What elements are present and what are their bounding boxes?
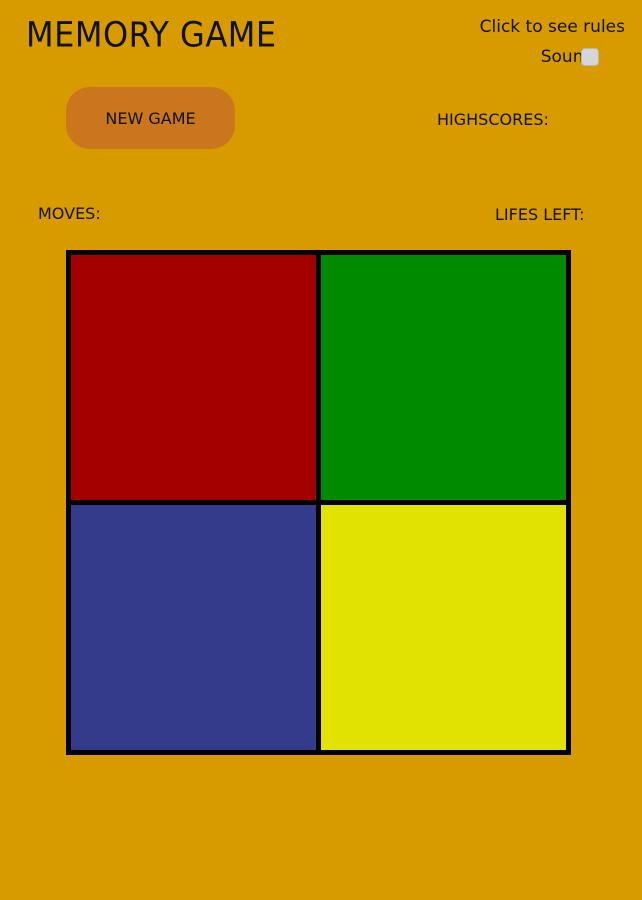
moves-label: MOVES: [38,204,101,223]
sound-checkbox[interactable] [581,48,599,66]
rules-link[interactable]: Click to see rules [480,17,625,37]
page-title: MEMORY GAME [26,14,277,56]
game-board [66,250,571,755]
new-game-button[interactable]: NEW GAME [66,87,235,149]
lifes-left-label: LIFES LEFT: [495,205,585,224]
tile-blue[interactable] [71,505,316,750]
highscores-label: HIGHSCORES: [437,110,549,129]
tile-red[interactable] [71,255,316,500]
tile-yellow[interactable] [321,505,566,750]
tile-green[interactable] [321,255,566,500]
